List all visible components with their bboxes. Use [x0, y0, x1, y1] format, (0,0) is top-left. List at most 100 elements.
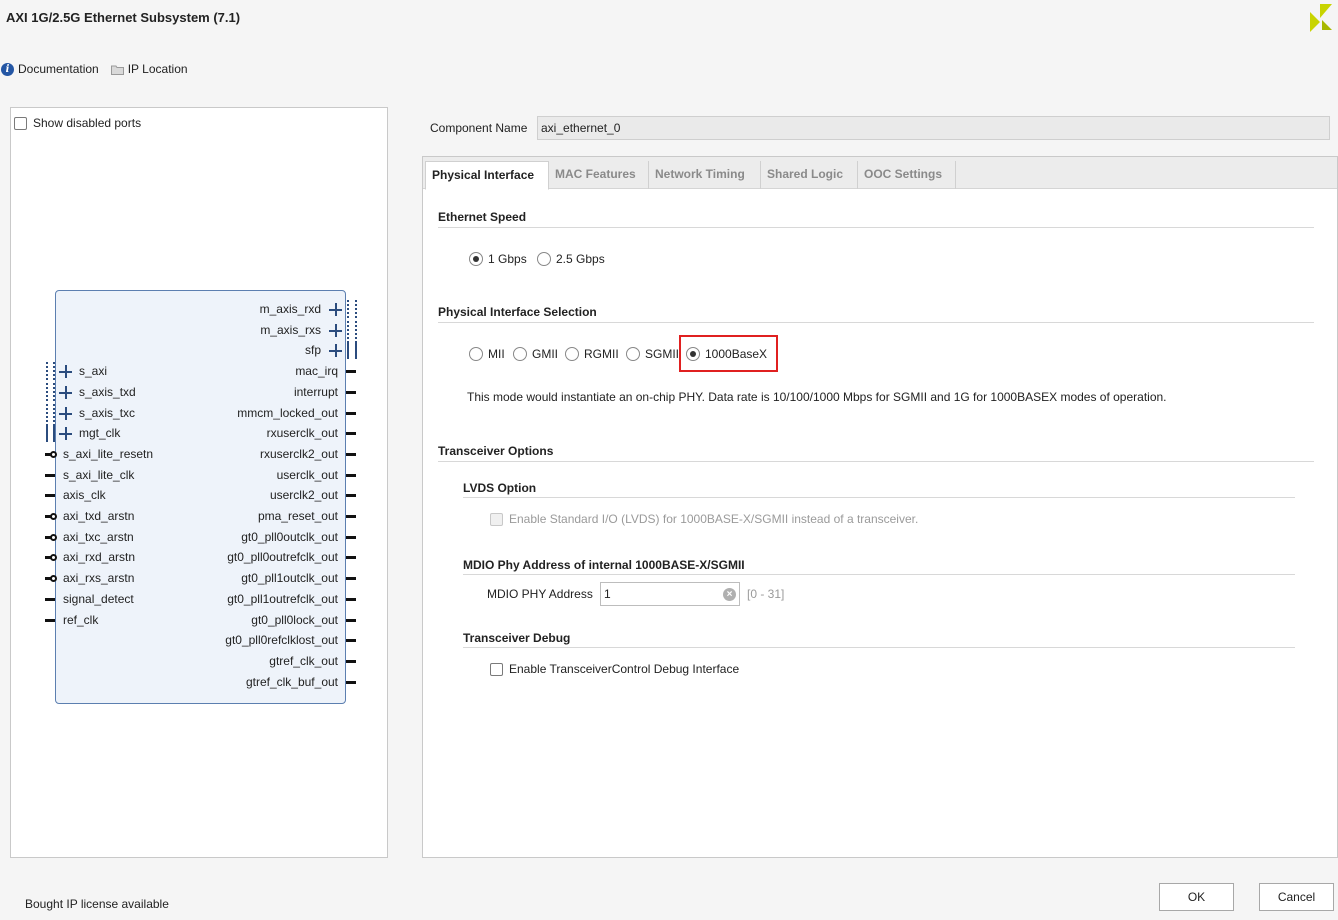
radio-mii[interactable]: MII — [469, 347, 505, 361]
port-label: gt0_pll0outclk_out — [241, 529, 338, 544]
mdio-address-label: MDIO PHY Address — [487, 587, 593, 601]
documentation-menu[interactable]: i Documentation — [0, 62, 99, 76]
show-disabled-ports-checkbox[interactable]: Show disabled ports — [14, 116, 141, 130]
show-disabled-ports-label: Show disabled ports — [33, 116, 142, 130]
expand-plus-icon[interactable] — [59, 385, 72, 399]
expand-plus-icon[interactable] — [329, 344, 342, 358]
documentation-label: Documentation — [18, 62, 99, 76]
ip-location-label: IP Location — [127, 62, 188, 76]
port-label: axi_rxs_arstn — [63, 571, 135, 586]
port-label: rxuserclk2_out — [259, 446, 338, 461]
config-panel: Physical Interface MAC Features Network … — [422, 156, 1338, 858]
expand-plus-icon[interactable] — [59, 365, 72, 379]
component-name-field[interactable]: axi_ethernet_0 — [537, 116, 1330, 140]
radio-gmii[interactable]: GMII — [513, 347, 558, 361]
port-label: rxuserclk_out — [266, 426, 338, 441]
port-label: axi_txc_arstn — [63, 529, 134, 544]
port-pin — [346, 494, 356, 498]
phy-description: This mode would instantiate an on-chip P… — [467, 390, 1167, 404]
port-label: s_axis_txd — [79, 384, 136, 399]
port-label: gt0_pll0lock_out — [251, 612, 338, 627]
port-pin — [346, 639, 356, 643]
ip-location-button[interactable]: IP Location — [110, 62, 188, 76]
mdio-address-value: 1 — [604, 587, 611, 601]
xilinx-logo-icon — [1310, 4, 1332, 32]
selection-highlight-box — [679, 335, 778, 372]
checkbox-box[interactable] — [490, 512, 503, 526]
ok-button[interactable]: OK — [1159, 883, 1234, 911]
transceiver-debug-title: Transceiver Debug — [463, 631, 571, 645]
expand-plus-icon[interactable] — [59, 406, 72, 420]
port-pin — [346, 411, 356, 415]
mdio-section-title: MDIO Phy Address of internal 1000BASE-X/… — [463, 558, 745, 572]
bus-connector — [46, 424, 55, 443]
section-divider — [463, 647, 1295, 648]
checkbox-box[interactable] — [14, 116, 27, 130]
tab-shared-logic[interactable]: Shared Logic — [761, 161, 858, 189]
radio-button[interactable] — [626, 347, 640, 361]
port-label: ref_clk — [63, 612, 99, 627]
radio-sgmii[interactable]: SGMII — [626, 347, 679, 361]
section-divider — [438, 461, 1314, 462]
port-pin — [346, 452, 356, 456]
port-pin — [346, 473, 356, 477]
port-pin — [45, 618, 55, 622]
bus-connector — [46, 403, 55, 422]
section-divider — [438, 227, 1314, 228]
ethernet-speed-title: Ethernet Speed — [438, 210, 527, 224]
port-pin — [45, 473, 55, 477]
port-label: s_axis_txc — [79, 405, 136, 420]
section-divider — [463, 574, 1295, 575]
tab-network-timing[interactable]: Network Timing — [649, 161, 761, 189]
port-pin — [45, 597, 55, 601]
port-label: gt0_pll1outclk_out — [241, 571, 338, 586]
transceiver-options-title: Transceiver Options — [438, 444, 554, 458]
radio-button[interactable] — [469, 347, 483, 361]
radio-rgmii[interactable]: RGMII — [565, 347, 619, 361]
radio-button-selected[interactable] — [469, 252, 483, 266]
bus-connector — [347, 341, 357, 360]
bus-connector — [46, 382, 55, 401]
tab-mac-features[interactable]: MAC Features — [549, 161, 649, 189]
clear-icon[interactable]: × — [723, 588, 736, 601]
port-pin — [346, 390, 356, 394]
tab-physical-interface[interactable]: Physical Interface — [425, 161, 549, 190]
active-low-bubble — [50, 513, 57, 520]
ip-symbol-panel: Show disabled ports m_axis_rxd m_axis_rxs… — [10, 107, 388, 858]
port-label: userclk_out — [276, 467, 338, 482]
expand-plus-icon[interactable] — [329, 323, 342, 337]
radio-button[interactable] — [537, 252, 551, 266]
port-label: mmcm_locked_out — [237, 405, 338, 420]
port-label: mgt_clk — [79, 426, 121, 441]
radio-button[interactable] — [565, 347, 579, 361]
lvds-checkbox[interactable]: Enable Standard I/O (LVDS) for 1000BASE-… — [490, 512, 918, 526]
active-low-bubble — [50, 575, 57, 583]
toolbar: i Documentation IP Location — [0, 60, 200, 78]
port-label: mac_irq — [295, 364, 338, 379]
radio-label: RGMII — [584, 347, 619, 361]
expand-plus-icon[interactable] — [329, 303, 342, 316]
active-low-bubble — [50, 450, 57, 458]
port-label: s_axi_lite_resetn — [63, 446, 154, 461]
radio-2-5gbps[interactable]: 2.5 Gbps — [537, 252, 605, 266]
port-label: signal_detect — [63, 591, 134, 606]
debug-interface-checkbox[interactable]: Enable TransceiverControl Debug Interfac… — [490, 662, 739, 676]
tab-ooc-settings[interactable]: OOC Settings — [858, 161, 956, 189]
bus-connector — [347, 300, 357, 318]
radio-1gbps[interactable]: 1 Gbps — [469, 252, 527, 266]
radio-button[interactable] — [513, 347, 527, 361]
port-label: s_axi_lite_clk — [63, 467, 135, 482]
checkbox-box[interactable] — [490, 662, 503, 676]
port-label: interrupt — [293, 384, 338, 399]
radio-label: MII — [488, 347, 505, 361]
section-divider — [463, 497, 1295, 498]
tab-bar: Physical Interface MAC Features Network … — [423, 157, 1337, 190]
port-pin — [346, 556, 356, 560]
expand-plus-icon[interactable] — [59, 427, 72, 441]
mdio-address-field[interactable]: 1 × — [600, 582, 740, 606]
license-status: Bought IP license available — [25, 897, 169, 911]
port-label: gt0_pll1outrefclk_out — [227, 591, 338, 606]
radio-label: 1 Gbps — [488, 252, 527, 266]
cancel-button[interactable]: Cancel — [1259, 883, 1334, 911]
mdio-range-label: [0 - 31] — [747, 587, 785, 601]
